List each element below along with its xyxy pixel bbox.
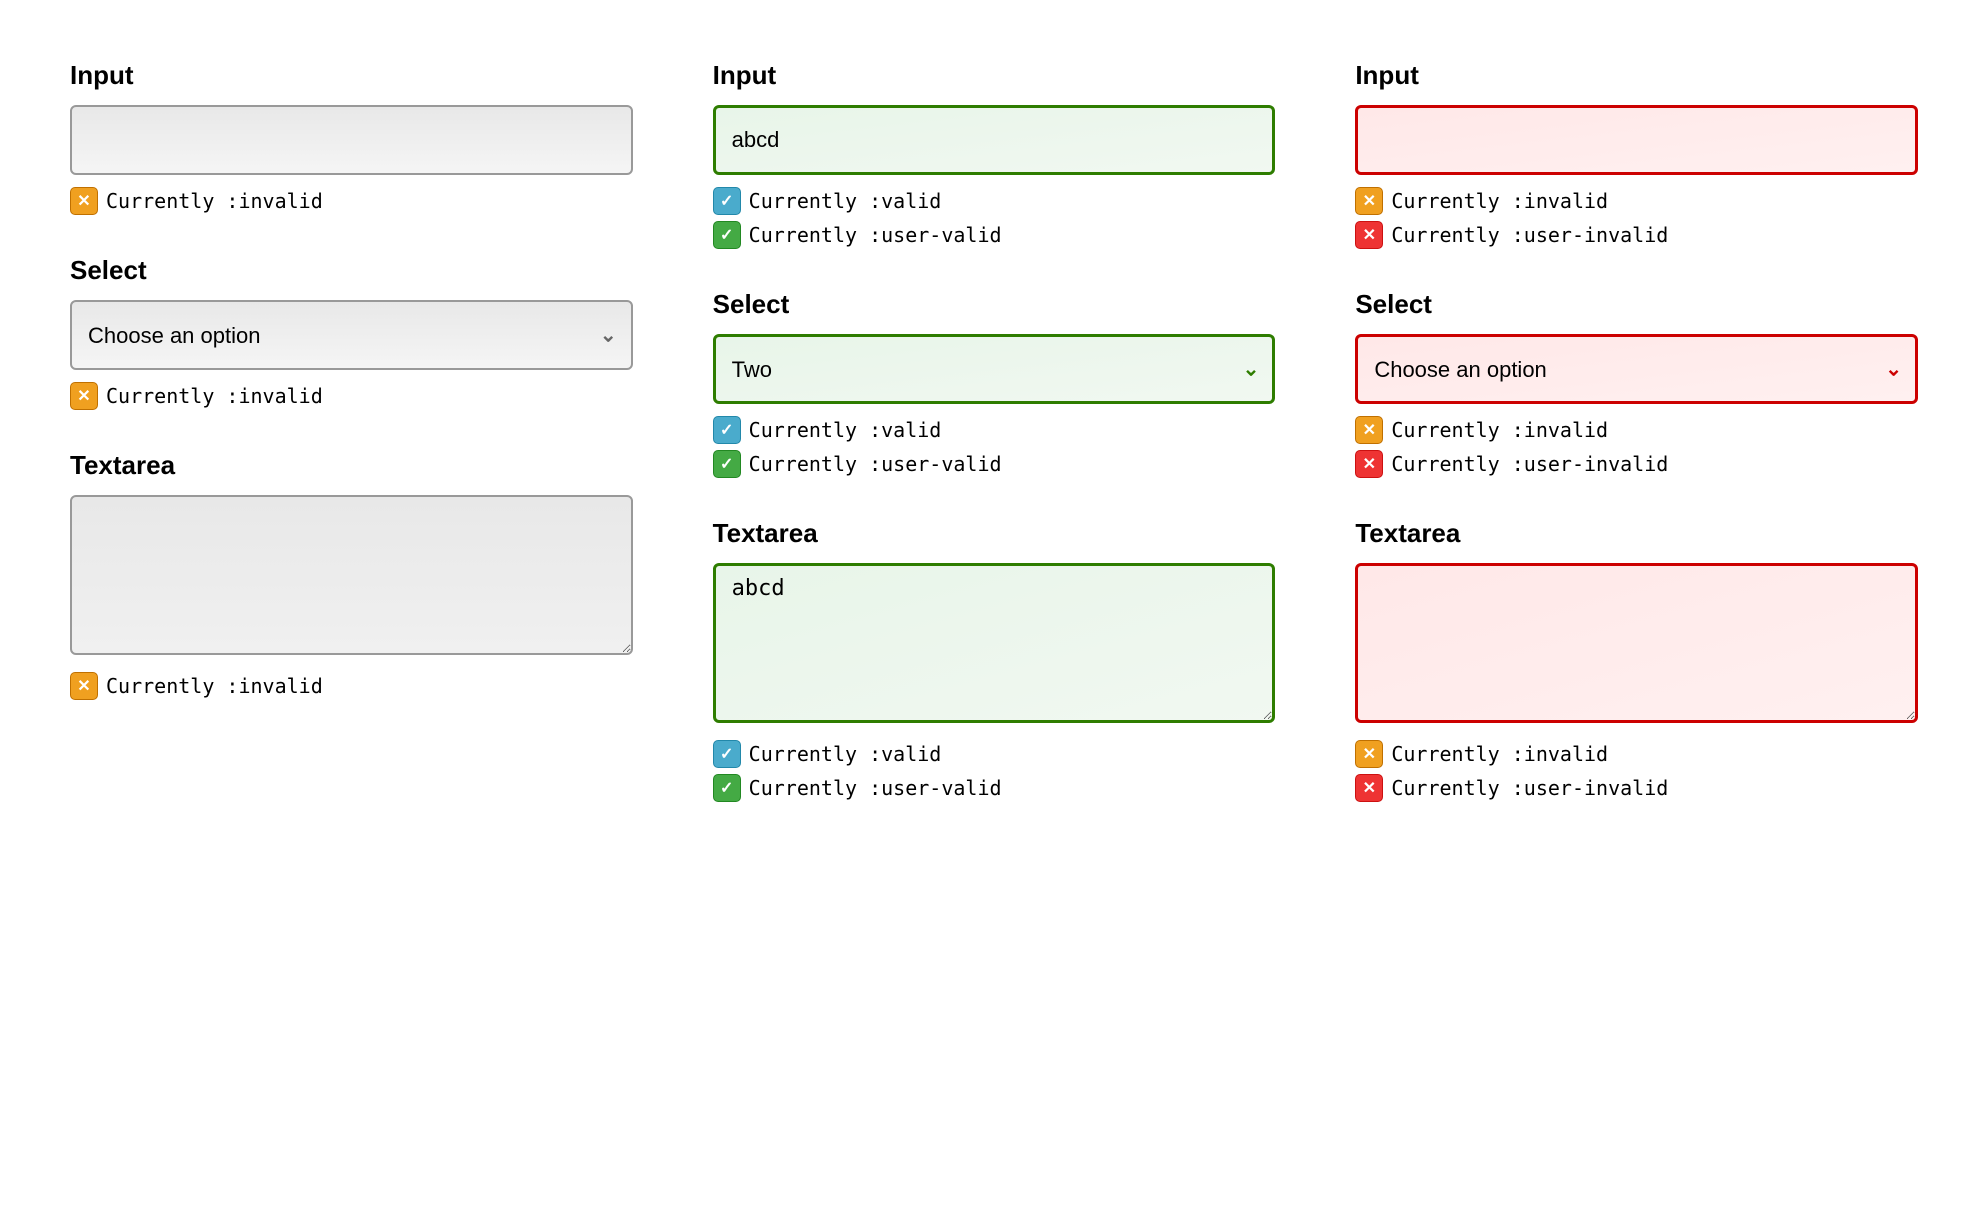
select-label-neutral: Select [70, 255, 633, 286]
status-text: Currently :user-valid [749, 223, 1002, 247]
textarea-label-invalid: Textarea [1355, 518, 1918, 549]
input-valid[interactable] [713, 105, 1276, 175]
select-invalid[interactable]: Choose an option One Two Three [1355, 334, 1918, 404]
input-invalid[interactable] [1355, 105, 1918, 175]
status-item: ✕ Currently :invalid [1355, 187, 1918, 215]
status-item: ✕ Currently :user-invalid [1355, 450, 1918, 478]
status-item: ✓ Currently :valid [713, 416, 1276, 444]
status-item: ✕ Currently :user-invalid [1355, 221, 1918, 249]
status-text: Currently :invalid [1391, 742, 1608, 766]
select-valid[interactable]: Choose an option One Two Three [713, 334, 1276, 404]
select-wrapper-invalid: Choose an option One Two Three ⌄ [1355, 334, 1918, 404]
select-neutral[interactable]: Choose an option One Two Three [70, 300, 633, 370]
textarea-section-invalid: Textarea ✕ Currently :invalid ✕ Currentl… [1355, 518, 1918, 802]
badge-orange-icon: ✕ [70, 382, 98, 410]
textarea-label-valid: Textarea [713, 518, 1276, 549]
textarea-neutral[interactable] [70, 495, 633, 655]
textarea-container-invalid [1355, 563, 1918, 728]
input-label-valid: Input [713, 60, 1276, 91]
select-section-invalid: Select Choose an option One Two Three ⌄ … [1355, 289, 1918, 478]
status-item: ✓ Currently :user-valid [713, 221, 1276, 249]
select-label-valid: Select [713, 289, 1276, 320]
input-section-valid: Input ✓ Currently :valid ✓ Currently :us… [713, 60, 1276, 249]
select-neutral-statuses: ✕ Currently :invalid [70, 382, 633, 410]
input-section-invalid: Input ✕ Currently :invalid ✕ Currently :… [1355, 60, 1918, 249]
select-invalid-statuses: ✕ Currently :invalid ✕ Currently :user-i… [1355, 416, 1918, 478]
badge-green-icon: ✓ [713, 774, 741, 802]
textarea-valid-statuses: ✓ Currently :valid ✓ Currently :user-val… [713, 740, 1276, 802]
badge-green-icon: ✓ [713, 221, 741, 249]
select-section-neutral: Select Choose an option One Two Three ⌄ … [70, 255, 633, 410]
input-valid-statuses: ✓ Currently :valid ✓ Currently :user-val… [713, 187, 1276, 249]
status-text: Currently :valid [749, 418, 942, 442]
input-invalid-statuses: ✕ Currently :invalid ✕ Currently :user-i… [1355, 187, 1918, 249]
textarea-valid[interactable]: abcd [713, 563, 1276, 723]
select-valid-statuses: ✓ Currently :valid ✓ Currently :user-val… [713, 416, 1276, 478]
badge-orange-icon: ✕ [1355, 187, 1383, 215]
status-text: Currently :user-invalid [1391, 452, 1668, 476]
status-text: Currently :invalid [106, 384, 323, 408]
select-label-invalid: Select [1355, 289, 1918, 320]
status-text: Currently :user-invalid [1391, 223, 1668, 247]
textarea-label-neutral: Textarea [70, 450, 633, 481]
badge-orange-icon: ✕ [1355, 416, 1383, 444]
main-grid: Input ✕ Currently :invalid Select Choose… [30, 30, 1958, 842]
status-item: ✕ Currently :invalid [70, 382, 633, 410]
select-wrapper-neutral: Choose an option One Two Three ⌄ [70, 300, 633, 370]
textarea-container-neutral [70, 495, 633, 660]
textarea-invalid-statuses: ✕ Currently :invalid ✕ Currently :user-i… [1355, 740, 1918, 802]
textarea-neutral-statuses: ✕ Currently :invalid [70, 672, 633, 700]
badge-orange-icon: ✕ [1355, 740, 1383, 768]
status-text: Currently :user-valid [749, 452, 1002, 476]
status-item: ✓ Currently :user-valid [713, 450, 1276, 478]
badge-red-icon: ✕ [1355, 221, 1383, 249]
status-item: ✕ Currently :invalid [1355, 740, 1918, 768]
input-neutral-statuses: ✕ Currently :invalid [70, 187, 633, 215]
textarea-invalid[interactable] [1355, 563, 1918, 723]
select-wrapper-valid: Choose an option One Two Three ⌄ [713, 334, 1276, 404]
status-item: ✕ Currently :invalid [1355, 416, 1918, 444]
status-text: Currently :invalid [106, 189, 323, 213]
badge-orange-icon: ✕ [70, 672, 98, 700]
status-item: ✕ Currently :invalid [70, 672, 633, 700]
status-item: ✓ Currently :valid [713, 740, 1276, 768]
textarea-section-neutral: Textarea ✕ Currently :invalid [70, 450, 633, 700]
column-invalid: Input ✕ Currently :invalid ✕ Currently :… [1315, 30, 1958, 842]
textarea-section-valid: Textarea abcd ✓ Currently :valid ✓ Curre… [713, 518, 1276, 802]
column-valid: Input ✓ Currently :valid ✓ Currently :us… [673, 30, 1316, 842]
textarea-container-valid: abcd [713, 563, 1276, 728]
status-item: ✕ Currently :user-invalid [1355, 774, 1918, 802]
input-neutral[interactable] [70, 105, 633, 175]
badge-orange-icon: ✕ [70, 187, 98, 215]
status-item: ✓ Currently :user-valid [713, 774, 1276, 802]
status-text: Currently :valid [749, 742, 942, 766]
status-text: Currently :user-valid [749, 776, 1002, 800]
badge-red-icon: ✕ [1355, 774, 1383, 802]
status-text: Currently :user-invalid [1391, 776, 1668, 800]
status-item: ✓ Currently :valid [713, 187, 1276, 215]
input-label-invalid: Input [1355, 60, 1918, 91]
input-section-neutral: Input ✕ Currently :invalid [70, 60, 633, 215]
badge-blue-icon: ✓ [713, 740, 741, 768]
select-section-valid: Select Choose an option One Two Three ⌄ … [713, 289, 1276, 478]
status-text: Currently :invalid [1391, 418, 1608, 442]
status-text: Currently :invalid [106, 674, 323, 698]
status-text: Currently :valid [749, 189, 942, 213]
status-item: ✕ Currently :invalid [70, 187, 633, 215]
badge-blue-icon: ✓ [713, 416, 741, 444]
badge-green-icon: ✓ [713, 450, 741, 478]
input-label-neutral: Input [70, 60, 633, 91]
badge-blue-icon: ✓ [713, 187, 741, 215]
column-neutral: Input ✕ Currently :invalid Select Choose… [30, 30, 673, 842]
badge-red-icon: ✕ [1355, 450, 1383, 478]
status-text: Currently :invalid [1391, 189, 1608, 213]
